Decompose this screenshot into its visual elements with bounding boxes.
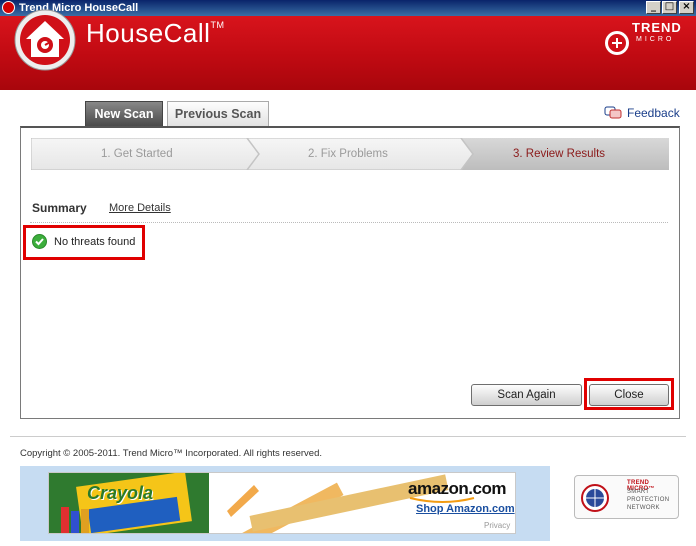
smart-protection-badge: TREND MICRO™ SMART PROTECTION NETWORK xyxy=(574,475,679,519)
scan-result-text: No threats found xyxy=(54,236,136,248)
footer-divider xyxy=(10,436,686,437)
spn-line-4: NETWORK xyxy=(627,505,660,511)
close-window-button[interactable]: × xyxy=(679,1,694,14)
window-title-bar: Trend Micro HouseCall _ □ × xyxy=(0,0,696,16)
more-details-link[interactable]: More Details xyxy=(109,202,171,214)
spn-line-3: PROTECTION xyxy=(627,497,670,503)
summary-heading: Summary xyxy=(32,201,87,215)
vendor-name: TREND xyxy=(632,20,682,35)
feedback-icon[interactable] xyxy=(604,106,622,120)
tab-previous-scan[interactable]: Previous Scan xyxy=(167,101,269,126)
spn-line-2: SMART xyxy=(627,489,650,495)
step-review-results: 3. Review Results xyxy=(513,148,606,160)
maximize-button[interactable]: □ xyxy=(662,1,677,14)
step-fix-problems: 2. Fix Problems xyxy=(308,148,388,160)
copyright-text: Copyright © 2005-2011. Trend Micro™ Inco… xyxy=(20,448,322,459)
shop-amazon-link[interactable]: Shop Amazon.com xyxy=(416,503,515,515)
ad-privacy-link[interactable]: Privacy xyxy=(484,521,510,530)
smart-protection-icon xyxy=(581,484,609,512)
close-button[interactable]: Close xyxy=(589,384,669,406)
minimize-button[interactable]: _ xyxy=(646,1,661,14)
check-icon xyxy=(32,234,47,249)
summary-divider xyxy=(30,222,668,223)
tab-new-scan[interactable]: New Scan xyxy=(85,101,163,126)
scan-again-button[interactable]: Scan Again xyxy=(471,384,582,406)
step-get-started: 1. Get Started xyxy=(101,148,173,160)
brand-title: HouseCallTM xyxy=(86,18,225,48)
feedback-link[interactable]: Feedback xyxy=(627,106,680,120)
ad-brand-text: Crayola xyxy=(87,483,154,503)
vendor-subname: MICRO xyxy=(636,36,675,43)
trend-micro-logo-icon xyxy=(605,31,629,55)
housecall-logo-icon xyxy=(14,9,76,71)
